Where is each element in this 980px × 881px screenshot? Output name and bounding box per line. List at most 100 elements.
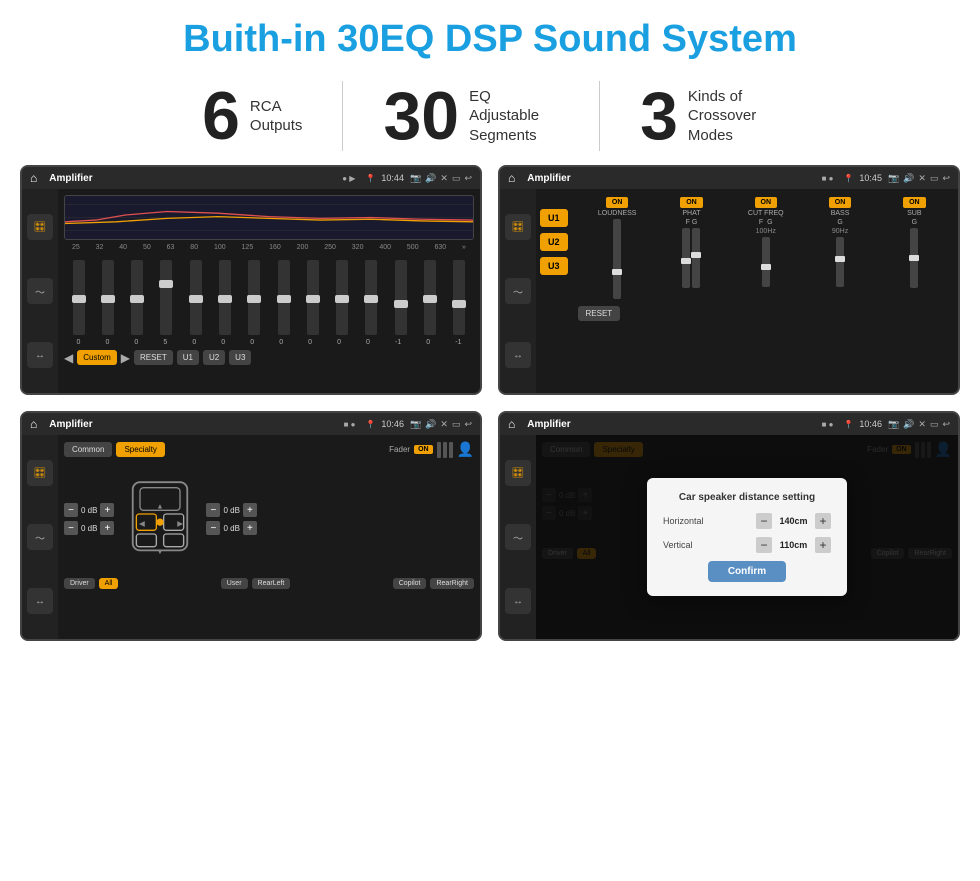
phat-slider-f[interactable]: [682, 228, 690, 288]
loudness-on-btn[interactable]: ON: [606, 197, 629, 208]
db-val-0: 0 dB: [81, 506, 97, 515]
rearleft-btn[interactable]: RearLeft: [252, 578, 291, 589]
minus-btn-3[interactable]: −: [206, 521, 220, 535]
eq-preset-u2[interactable]: U2: [203, 350, 225, 365]
eq-slider-10[interactable]: [365, 260, 377, 335]
spec-side-btn-1[interactable]: 🎛: [27, 460, 53, 486]
eq-slider-3[interactable]: [160, 260, 172, 335]
eq-slider-4[interactable]: [190, 260, 202, 335]
eq-slider-6[interactable]: [248, 260, 260, 335]
horizontal-value-group: − 140cm +: [756, 513, 831, 529]
spec-side-btn-2[interactable]: 〜: [27, 524, 53, 550]
amp-side-btn-2[interactable]: 〜: [505, 278, 531, 304]
u3-button[interactable]: U3: [540, 257, 568, 275]
loudness-thumb: [612, 269, 622, 275]
amp-screen-content: 🎛 〜 ↔ U1 U2 U3 ON LOUDNESS: [500, 189, 958, 393]
dialog-horizontal-row: Horizontal − 140cm +: [663, 513, 831, 529]
phat-on-btn[interactable]: ON: [680, 197, 703, 208]
sub-on-btn[interactable]: ON: [903, 197, 926, 208]
dialog-screen-content: 🎛 〜 ↔ Common Specialty Fader ON: [500, 435, 958, 639]
eq-slider-2[interactable]: [131, 260, 143, 335]
eq-next-arrow[interactable]: ▶: [121, 351, 130, 365]
sub-slider[interactable]: [910, 228, 918, 288]
user-btn[interactable]: User: [221, 578, 248, 589]
horizontal-plus-btn[interactable]: +: [815, 513, 831, 529]
driver-btn[interactable]: Driver: [64, 578, 95, 589]
eq-val-1: 0: [105, 339, 109, 346]
horizontal-minus-btn[interactable]: −: [756, 513, 772, 529]
eq-slider-0[interactable]: [73, 260, 85, 335]
close-icon-eq: ✕: [440, 173, 448, 184]
eq-slider-7[interactable]: [278, 260, 290, 335]
eq-side-btn-2[interactable]: 〜: [27, 278, 53, 304]
dlg-side-btn-1[interactable]: 🎛: [505, 460, 531, 486]
amp-reset-btn[interactable]: RESET: [578, 306, 621, 321]
tab-common[interactable]: Common: [64, 442, 112, 457]
confirm-button[interactable]: Confirm: [708, 561, 786, 582]
copilot-btn[interactable]: Copilot: [393, 578, 427, 589]
eq-thumb-11: [394, 300, 408, 308]
plus-btn-3[interactable]: +: [243, 521, 257, 535]
spec-time: 10:46: [381, 419, 404, 429]
plus-btn-0[interactable]: +: [100, 503, 114, 517]
eq-slider-1[interactable]: [102, 260, 114, 335]
cutfreq-fg-labels: FG: [759, 219, 773, 226]
u2-button[interactable]: U2: [540, 233, 568, 251]
spec-side-btn-3[interactable]: ↔: [27, 588, 53, 614]
amp-side-btn-3[interactable]: ↔: [505, 342, 531, 368]
speaker-layout-area: − 0 dB + − 0 dB +: [64, 464, 474, 574]
vertical-minus-btn[interactable]: −: [756, 537, 772, 553]
u1-button[interactable]: U1: [540, 209, 568, 227]
eq-slider-11[interactable]: [395, 260, 407, 335]
db-row-1: − 0 dB +: [64, 521, 114, 535]
cutfreq-slider[interactable]: [762, 237, 770, 287]
cutfreq-label: CUT FREQ: [748, 210, 784, 217]
eq-prev-arrow[interactable]: ◀: [64, 351, 73, 365]
eq-preset-u1[interactable]: U1: [177, 350, 199, 365]
freq-500: 500: [407, 244, 419, 251]
eq-thumb-8: [306, 295, 320, 303]
vertical-plus-btn[interactable]: +: [815, 537, 831, 553]
eq-controls: ◀ Custom ▶ RESET U1 U2 U3: [64, 350, 474, 365]
eq-graph: [64, 195, 474, 240]
dlg-side-btn-3[interactable]: ↔: [505, 588, 531, 614]
eq-slider-9[interactable]: [336, 260, 348, 335]
bass-on-btn[interactable]: ON: [829, 197, 852, 208]
channel-loudness: ON LOUDNESS: [582, 197, 653, 299]
phat-slider-g[interactable]: [692, 228, 700, 288]
eq-preset-custom[interactable]: Custom: [77, 350, 117, 365]
plus-btn-1[interactable]: +: [100, 521, 114, 535]
specialty-status-bar: ⌂ Amplifier ■ ● 📍 10:46 📷 🔊 ✕ ▭ ↩: [22, 413, 480, 435]
u-buttons-col: U1 U2 U3: [536, 189, 572, 393]
minus-btn-1[interactable]: −: [64, 521, 78, 535]
eq-slider-13[interactable]: [453, 260, 465, 335]
eq-val-9: 0: [337, 339, 341, 346]
eq-thumb-12: [423, 295, 437, 303]
eq-preset-u3[interactable]: U3: [229, 350, 251, 365]
dlg-side-btn-2[interactable]: 〜: [505, 524, 531, 550]
minus-btn-0[interactable]: −: [64, 503, 78, 517]
phat-thumb-f: [681, 258, 691, 264]
camera-icon-eq: 📷: [410, 173, 421, 184]
eq-side-btn-1[interactable]: 🎛: [27, 214, 53, 240]
eq-side-panel: 🎛 〜 ↔: [22, 189, 58, 393]
tab-specialty[interactable]: Specialty: [116, 442, 164, 457]
amp-pin-icon: 📍: [843, 174, 853, 183]
eq-side-btn-3[interactable]: ↔: [27, 342, 53, 368]
cutfreq-on-btn[interactable]: ON: [755, 197, 778, 208]
rearright-btn[interactable]: RearRight: [430, 578, 474, 589]
eq-slider-8[interactable]: [307, 260, 319, 335]
eq-thumb-2: [130, 295, 144, 303]
bass-slider[interactable]: [836, 237, 844, 287]
all-btn[interactable]: All: [99, 578, 119, 589]
amp-side-btn-1[interactable]: 🎛: [505, 214, 531, 240]
eq-preset-reset[interactable]: RESET: [134, 350, 173, 365]
eq-slider-12[interactable]: [424, 260, 436, 335]
plus-btn-2[interactable]: +: [243, 503, 257, 517]
camera-icon-spec: 📷: [410, 419, 421, 430]
eq-slider-5[interactable]: [219, 260, 231, 335]
stat-number-crossover: 3: [640, 82, 678, 150]
minus-btn-2[interactable]: −: [206, 503, 220, 517]
loudness-slider[interactable]: [613, 219, 621, 299]
cutfreq-thumb: [761, 264, 771, 270]
